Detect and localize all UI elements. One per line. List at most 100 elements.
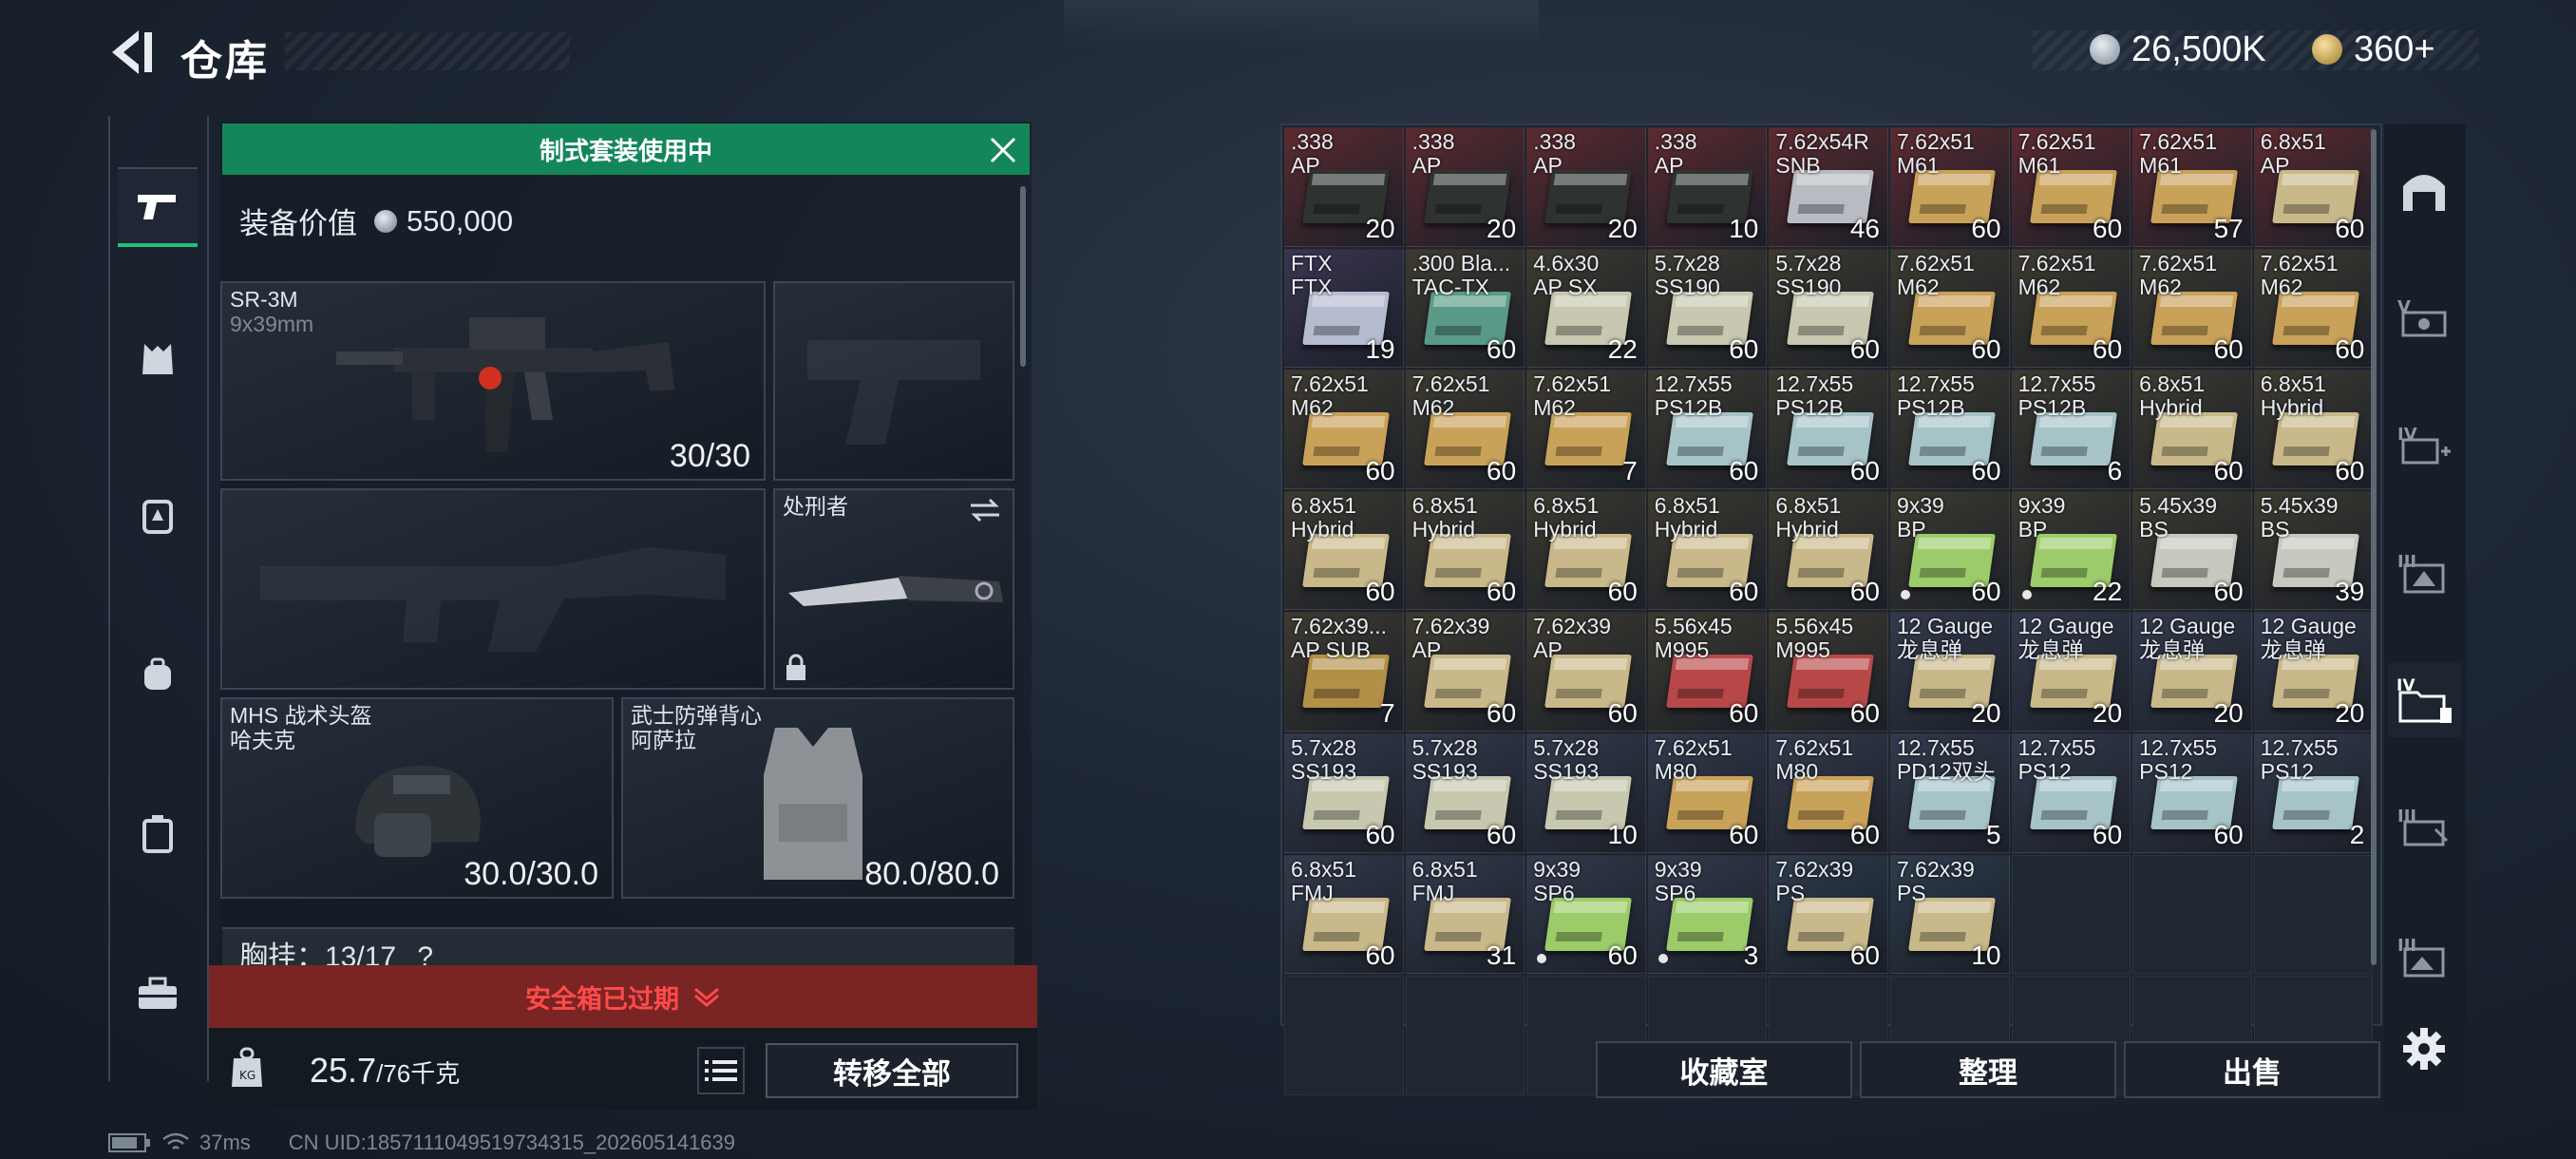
stash-item[interactable]: 7.62x39 AP 60 <box>1405 612 1525 732</box>
empty-stash-cell[interactable] <box>1284 976 1404 1095</box>
stash-item[interactable]: 12 Gauge 龙息弹 20 <box>2011 612 2131 732</box>
stash-item[interactable]: 7.62x39 PS 60 <box>1769 854 1888 975</box>
stash-item[interactable]: 7.62x39... AP SUB 7 <box>1284 612 1404 732</box>
storage-tab-3c[interactable]: III <box>2396 927 2453 984</box>
stash-item[interactable]: .338 AP 20 <box>1284 127 1404 247</box>
stash-item[interactable]: 5.7x28 SS193 60 <box>1284 732 1404 853</box>
stash-item[interactable]: 7.62x39 PS 10 <box>1889 854 2010 975</box>
storage-tab-4-add[interactable]: IV <box>2396 416 2453 473</box>
stash-item[interactable]: 12.7x55 PD12双头 5 <box>1889 732 2010 853</box>
close-icon[interactable] <box>984 131 1022 169</box>
safe-box-expired-bar[interactable]: 安全箱已过期 <box>209 965 1037 1028</box>
helmet-slot[interactable]: MHS 战术头盔 哈夫克 30.0/30.0 <box>220 697 614 899</box>
stash-item[interactable]: 12 Gauge 龙息弹 20 <box>2253 612 2374 732</box>
secondary-weapon-slot[interactable] <box>220 488 766 690</box>
storage-tab-5[interactable]: V <box>2396 289 2453 346</box>
stash-item[interactable]: 5.7x28 SS193 10 <box>1526 732 1646 853</box>
loadout-scrollbar[interactable] <box>1020 186 1026 367</box>
stash-item[interactable]: 9x39 BP 60 <box>1889 490 2010 611</box>
empty-stash-cell[interactable] <box>2011 854 2131 975</box>
stash-item[interactable]: 9x39 SP6 3 <box>1647 854 1768 975</box>
armor-slot[interactable]: 武士防弹背心 阿萨拉 80.0/80.0 <box>621 697 1014 899</box>
stash-item[interactable]: 6.8x51 Hybrid 60 <box>1526 490 1646 611</box>
tab-bag[interactable] <box>118 475 198 555</box>
stash-item[interactable]: 7.62x39 AP 60 <box>1526 612 1646 732</box>
stash-item[interactable]: 5.45x39 BS 39 <box>2253 490 2374 611</box>
tab-backpack[interactable] <box>118 635 198 714</box>
stash-item[interactable]: 12.7x55 PS12B 60 <box>1647 370 1768 489</box>
sell-button[interactable]: 出售 <box>2124 1041 2380 1098</box>
stash-item[interactable]: 12 Gauge 龙息弹 20 <box>2132 612 2252 732</box>
pistol-slot[interactable] <box>773 281 1014 481</box>
sort-button[interactable]: 整理 <box>1860 1041 2116 1098</box>
stash-item[interactable]: 6.8x51 Hybrid 60 <box>1284 490 1404 611</box>
stash-item[interactable]: 7.62x51 M61 57 <box>2132 127 2252 247</box>
stash-item[interactable]: 9x39 SP6 60 <box>1526 854 1646 975</box>
stash-item[interactable]: 7.62x51 M61 60 <box>2011 127 2131 247</box>
list-button[interactable] <box>697 1047 745 1094</box>
stash-item[interactable]: 12.7x55 PS12 60 <box>2011 732 2131 853</box>
stash-item[interactable]: .300 Bla... TAC-TX 60 <box>1405 248 1525 369</box>
stash-item[interactable]: 12.7x55 PS12 60 <box>2132 732 2252 853</box>
stash-item[interactable]: 5.7x28 SS190 60 <box>1647 248 1768 369</box>
empty-stash-cell[interactable] <box>2253 854 2374 975</box>
stash-item[interactable]: 5.56x45 M995 60 <box>1769 612 1888 732</box>
stash-item[interactable]: 7.62x51 M62 60 <box>2011 248 2131 369</box>
svg-text:KG: KG <box>239 1069 256 1082</box>
stash-item[interactable]: 4.6x30 AP SX 22 <box>1526 248 1646 369</box>
stash-item[interactable]: 5.7x28 SS193 60 <box>1405 732 1525 853</box>
stash-item[interactable]: 6.8x51 AP 60 <box>2253 127 2374 247</box>
stash-item[interactable]: 6.8x51 Hybrid 60 <box>2253 370 2374 489</box>
back-arrow-icon[interactable] <box>106 27 156 78</box>
stash-item[interactable]: 12.7x55 PS12 2 <box>2253 732 2374 853</box>
stash-item[interactable]: 5.45x39 BS 60 <box>2132 490 2252 611</box>
stash-item[interactable]: 7.62x51 M62 60 <box>2132 248 2252 369</box>
stash-item[interactable]: .338 AP 10 <box>1647 127 1768 247</box>
swap-icon[interactable] <box>969 498 1001 522</box>
stash-item[interactable]: 9x39 BP 22 <box>2011 490 2131 611</box>
stash-item[interactable]: 6.8x51 FMJ 60 <box>1284 854 1404 975</box>
chest-rig-row[interactable]: 胸挂：13/17 ? <box>222 927 1014 973</box>
transfer-all-button[interactable]: 转移全部 <box>766 1043 1018 1098</box>
stash-item[interactable]: 12.7x55 PS12B 60 <box>1769 370 1888 489</box>
empty-stash-cell[interactable] <box>2132 854 2252 975</box>
stash-item[interactable]: 7.62x51 M62 60 <box>2253 248 2374 369</box>
melee-slot[interactable]: 处刑者 <box>773 488 1014 690</box>
stash-item[interactable]: 6.8x51 Hybrid 60 <box>1405 490 1525 611</box>
stash-item-name: 6.8x51 Hybrid <box>1411 492 1478 542</box>
stash-item[interactable]: 12.7x55 PS12B 6 <box>2011 370 2131 489</box>
stash-item[interactable]: 7.62x51 M62 60 <box>1889 248 2010 369</box>
tab-case[interactable] <box>118 794 198 874</box>
stash-item[interactable]: 6.8x51 FMJ 31 <box>1405 854 1525 975</box>
stash-item[interactable]: .338 AP 20 <box>1405 127 1525 247</box>
stash-item[interactable]: 7.62x54R SNB 46 <box>1769 127 1888 247</box>
primary-weapon-slot[interactable]: SR-3M 9x39mm 30/30 <box>220 281 766 481</box>
storage-tab-3b[interactable]: III <box>2396 798 2453 855</box>
stash-item[interactable]: 7.62x51 M62 60 <box>1284 370 1404 489</box>
stash-item[interactable]: 7.62x51 M62 60 <box>1405 370 1525 489</box>
stash-item[interactable]: FTX FTX 19 <box>1284 248 1404 369</box>
storage-tab-main[interactable] <box>2396 162 2453 218</box>
stash-item[interactable]: 12.7x55 PS12B 60 <box>1889 370 2010 489</box>
tab-weapons[interactable] <box>118 167 198 247</box>
stash-item[interactable]: .338 AP 20 <box>1526 127 1646 247</box>
empty-stash-cell[interactable] <box>1405 976 1525 1095</box>
stash-item[interactable]: 7.62x51 M80 60 <box>1647 732 1768 853</box>
stash-item[interactable]: 5.56x45 M995 60 <box>1647 612 1768 732</box>
stash-item[interactable]: 7.62x51 M61 60 <box>1889 127 2010 247</box>
stash-item[interactable]: 6.8x51 Hybrid 60 <box>1647 490 1768 611</box>
tab-toolbox[interactable] <box>118 954 198 1034</box>
stash-item[interactable]: 7.62x51 M80 60 <box>1769 732 1888 853</box>
stash-item[interactable]: 6.8x51 Hybrid 60 <box>2132 370 2252 489</box>
stash-item[interactable]: 6.8x51 Hybrid 60 <box>1769 490 1888 611</box>
stash-item[interactable]: 7.62x51 M62 7 <box>1526 370 1646 489</box>
storage-tab-4-active[interactable]: IV <box>2388 663 2462 737</box>
settings-button[interactable] <box>2396 1020 2453 1077</box>
collection-room-button[interactable]: 收藏室 <box>1596 1041 1852 1098</box>
tab-vest[interactable] <box>118 319 198 399</box>
stash-scrollbar[interactable] <box>2371 129 2377 965</box>
storage-tab-3[interactable]: III <box>2396 543 2453 600</box>
stash-item[interactable]: 5.7x28 SS190 60 <box>1769 248 1888 369</box>
currency-gold[interactable]: 360+ <box>2312 27 2435 72</box>
stash-item[interactable]: 12 Gauge 龙息弹 20 <box>1889 612 2010 732</box>
